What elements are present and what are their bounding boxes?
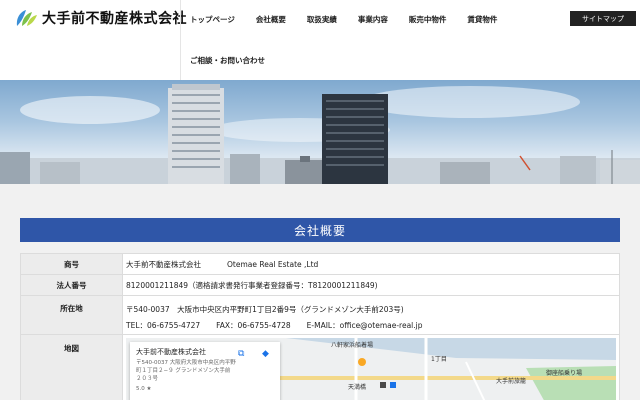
nav-item-top[interactable]: トップページ [190,14,245,25]
city-skyline-illustration [0,84,640,184]
map-label: 地図 [20,334,123,400]
map-label-otemae: 大手前旅籠 [496,378,527,385]
map-label-boat-pier: 八軒家浜船着場 [331,342,374,349]
trade-name-value: 大手前不動産株式会社 Otemae Real Estate ,Ltd [122,253,620,275]
header-divider [180,0,181,80]
fax-value: FAX：06-6755-4728 [216,321,291,330]
table-row: 商号 大手前不動産株式会社 Otemae Real Estate ,Ltd [20,253,620,275]
open-external-icon[interactable]: ⧉ [238,349,244,359]
tel-value: TEL：06-6755-4727 [126,321,201,330]
address-label: 所在地 [20,295,123,335]
nav-item-business[interactable]: 事業内容 [356,14,398,25]
table-row: 法人番号 8120001211849（適格請求書発行事業者登録番号：T81200… [20,274,620,296]
email-link[interactable]: E-MAIL：office@otemae-real.jp [307,321,423,330]
directions-icon[interactable]: ◆ [262,349,269,359]
map-card-address: 〒540-0037 大阪府大阪市中央区内平野町１丁目２−９ グランドメゾン大手前… [136,360,236,382]
logo-text: 大手前不動産株式会社 [42,11,187,27]
nav-item-contact[interactable]: ご相談・お問い合わせ [190,55,265,66]
map-label-tenmabashi: 天満橋 [348,384,367,391]
map-label-1chome: 1丁目 [431,356,447,363]
contact-line: TEL：06-6755-4727 FAX：06-6755-4728 E-MAIL：o… [126,318,619,334]
nav-item-for-sale[interactable]: 販売中物件 [407,14,457,25]
map-label-gozabune: 御座船乗り場 [546,370,583,377]
corp-number-label: 法人番号 [20,274,123,296]
company-info-table: 商号 大手前不動産株式会社 Otemae Real Estate ,Ltd 法人番… [20,253,620,400]
embedded-map[interactable]: 八軒家浜船着場 1丁目 天満橋 大手前旅籠 御座船乗り場 大手前不動産株式会社 … [126,338,616,400]
sitemap-button[interactable]: サイトマップ [570,11,636,26]
section-title: 会社概要 [20,218,620,242]
hero-city-image [0,80,640,184]
trade-name-ja: 大手前不動産株式会社 [126,259,201,269]
corp-number-value: 8120001211849（適格請求書発行事業者登録番号：T8120001211… [122,274,620,296]
map-card-rating: 5.0 ★ [136,386,152,392]
main-nav: トップページ 会社概要 取扱実績 事業内容 販売中物件 賃貸物件 [190,14,516,25]
leaf-logo-icon [16,10,37,26]
nav-item-results[interactable]: 取扱実績 [305,14,347,25]
site-header: 大手前不動産株式会社 トップページ 会社概要 取扱実績 事業内容 販売中物件 賃… [0,0,640,80]
trade-name-en: Otemae Real Estate ,Ltd [227,259,319,269]
address-value: 〒540-0037 大阪市中央区内平野町1丁目2番9号（グランドメゾン大手前20… [126,305,404,314]
nav-item-company[interactable]: 会社概要 [254,14,296,25]
nav-item-rental[interactable]: 賃貸物件 [465,14,507,25]
trade-name-label: 商号 [20,253,123,275]
map-card-title: 大手前不動産株式会社 [136,348,206,356]
address-cell: 〒540-0037 大阪市中央区内平野町1丁目2番9号（グランドメゾン大手前20… [122,295,620,335]
map-cell: 八軒家浜船着場 1丁目 天満橋 大手前旅籠 御座船乗り場 大手前不動産株式会社 … [122,334,620,400]
table-row: 地図 八軒家浜船着場 1丁目 天満橋 大手前旅籠 御座船乗り場 大手前不動産株式… [20,334,620,400]
site-logo[interactable]: 大手前不動産株式会社 [14,8,187,28]
map-place-card: 大手前不動産株式会社 〒540-0037 大阪府大阪市中央区内平野町１丁目２−９… [130,342,280,400]
table-row: 所在地 〒540-0037 大阪市中央区内平野町1丁目2番9号（グランドメゾン大… [20,295,620,335]
